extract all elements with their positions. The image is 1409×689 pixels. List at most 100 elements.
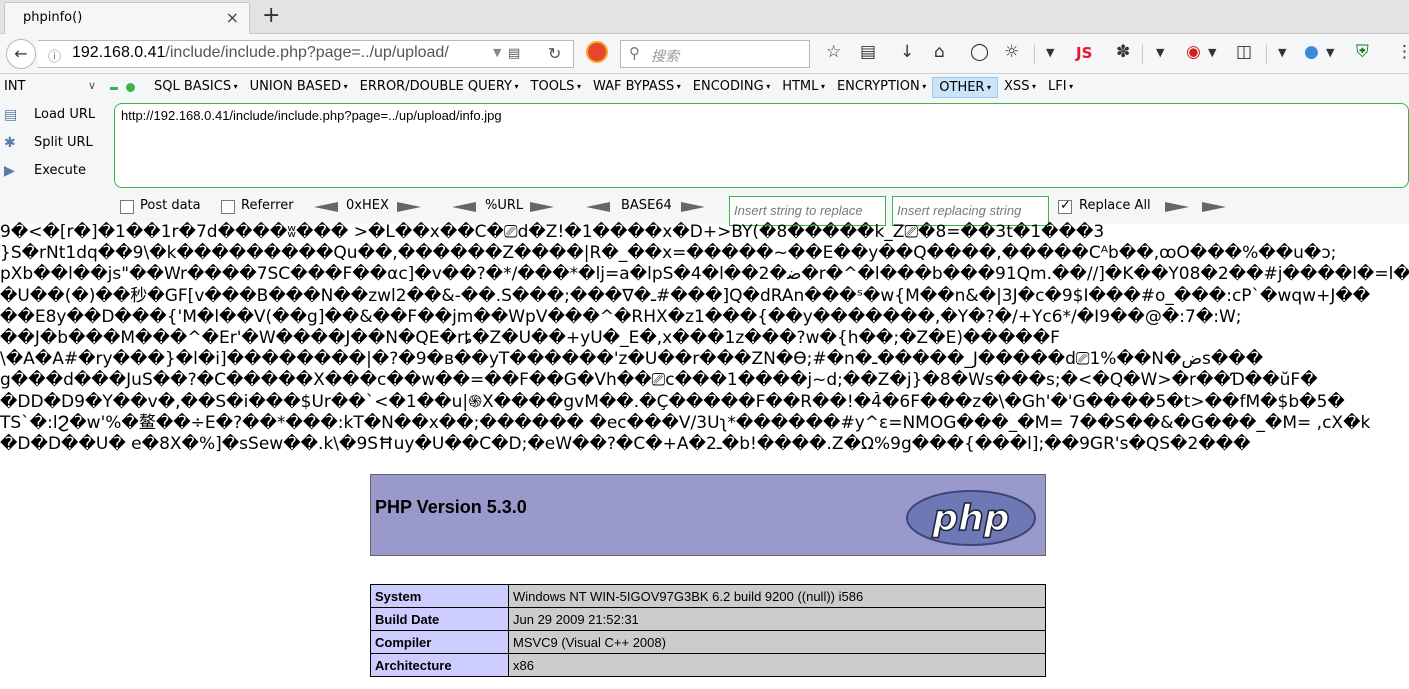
base64-encode-arrow-icon[interactable] — [681, 202, 705, 212]
hackbar-menu-items: SQL BASICS ▾ UNION BASED ▾ ERROR/DOUBLE QU… — [148, 77, 1079, 98]
dropdown-icon[interactable]: ▼ — [1046, 46, 1054, 59]
chevron-down-icon[interactable]: ∨ — [88, 79, 96, 92]
hackbar-menu-tools[interactable]: TOOLS ▾ — [525, 77, 587, 98]
tab-title: phpinfo() — [23, 10, 83, 25]
toolbar-separator — [1142, 44, 1143, 64]
execute-icon: ▶ — [4, 163, 15, 179]
php-logo-text: php — [931, 498, 1009, 539]
shield-icon[interactable]: ⛨ — [1356, 42, 1369, 62]
reading-list-icon[interactable]: ▤ — [860, 42, 876, 62]
addon-blue-icon[interactable]: ● — [1304, 42, 1319, 62]
new-tab-button[interactable]: + — [262, 3, 280, 28]
hackbar-menu-label: HTML — [782, 79, 819, 94]
hackbar-menu-label: ERROR/DOUBLE QUERY — [359, 79, 512, 94]
table-value: Windows NT WIN-5IGOV97G3BK 6.2 build 920… — [508, 584, 1046, 608]
load-url-label: Load URL — [34, 107, 96, 122]
raw-output-line: g���d���JuS��?�C�����X���c��w��=��F��G�V… — [0, 370, 1318, 391]
php-version-header: PHP Version 5.3.0 php — [370, 474, 1046, 556]
url-decode-arrow-icon[interactable] — [452, 202, 476, 212]
raw-output-line: �U��(�)��秒�GF[v���B���N��zwl2��&-��.S���… — [0, 285, 1371, 306]
addon-red-icon[interactable]: ◉ — [1186, 42, 1201, 62]
hackbar-menu-label: TOOLS — [530, 79, 575, 94]
dropdown-icon[interactable]: ▼ — [1278, 46, 1286, 59]
share-icon[interactable]: ◫ — [1236, 42, 1252, 62]
post-data-label: Post data — [140, 198, 201, 213]
split-url-icon: ✱ — [4, 135, 16, 151]
globe-icon[interactable]: ◯ — [970, 42, 989, 62]
hex-decode-arrow-icon[interactable] — [314, 202, 338, 212]
split-url-button[interactable]: ✱ Split URL — [0, 132, 112, 160]
table-row: Architecture x86 — [370, 653, 1046, 677]
raw-output-line: \�A�A#�ry���}�l�i]��������|�?�9�в��yT���… — [0, 349, 1264, 370]
chevron-down-icon: ▾ — [984, 83, 992, 92]
close-tab-icon[interactable]: × — [226, 8, 239, 27]
plus-icon[interactable] — [126, 83, 135, 92]
chevron-down-icon: ▾ — [231, 82, 238, 91]
home-icon[interactable]: ⌂ — [934, 42, 945, 62]
execute-label: Execute — [34, 163, 86, 178]
url-encode-arrow-icon[interactable] — [530, 202, 554, 212]
base64-decode-arrow-icon[interactable] — [586, 202, 610, 212]
chevron-down-icon: ▾ — [818, 82, 825, 91]
table-key: System — [370, 584, 509, 608]
replace-arrow-icon[interactable] — [1165, 202, 1189, 212]
search-placeholder: 搜索 — [651, 49, 679, 65]
table-key: Build Date — [370, 607, 509, 631]
table-value: x86 — [508, 653, 1046, 677]
table-value: Jun 29 2009 21:52:31 — [508, 607, 1046, 631]
referrer-label: Referrer — [241, 198, 294, 213]
tab-phpinfo[interactable]: phpinfo() × — [4, 2, 250, 34]
info-icon[interactable]: ⓘ — [48, 46, 61, 65]
url-textarea[interactable]: http://192.168.0.41/include/include.php?… — [114, 103, 1409, 188]
raw-output-line: ��J�b���M���^�Er'�W����J��N�QE�rȶ�Z�U��+… — [0, 327, 1060, 348]
post-data-checkbox[interactable] — [120, 200, 134, 214]
url-bar[interactable]: ⓘ 192.168.0.41/include/include.php?page=… — [38, 40, 574, 68]
raw-output-line: TS`�:lϨ�w'%�鳌��÷E�?��*���:kT�N��x��;����… — [0, 412, 1371, 433]
hackbar-menu-encryption[interactable]: ENCRYPTION ▾ — [831, 77, 932, 98]
hackbar-menu-other[interactable]: OTHER ▾ — [932, 77, 999, 98]
hackbar-menu-label: WAF BYPASS — [593, 79, 675, 94]
minus-icon[interactable] — [110, 87, 118, 90]
page-icon[interactable]: ▤ — [508, 46, 520, 61]
reload-icon[interactable]: ↻ — [548, 44, 561, 63]
chevron-down-icon: ▾ — [574, 82, 581, 91]
dropdown-icon[interactable]: ▼ — [1156, 46, 1164, 59]
hackbar-menu-sql-basics[interactable]: SQL BASICS ▾ — [148, 77, 244, 98]
hex-label: 0xHEX — [346, 198, 389, 213]
hex-encode-arrow-icon[interactable] — [397, 202, 421, 212]
hackbar-menu-html[interactable]: HTML ▾ — [776, 77, 831, 98]
download-icon[interactable]: ↓ — [900, 42, 914, 62]
chevron-down-icon: ▾ — [1066, 82, 1074, 91]
palette-icon[interactable]: ☼ — [1004, 42, 1019, 62]
hackbar-menu-error-double-query[interactable]: ERROR/DOUBLE QUERY ▾ — [354, 77, 525, 98]
table-value: MSVC9 (Visual C++ 2008) — [508, 630, 1046, 654]
raw-output-line: ��E8y��D���{'M�l��V(��g]��&��F��jm��WpV�… — [0, 306, 1242, 327]
blocker-icon[interactable] — [586, 41, 608, 63]
chevron-down-icon: ▾ — [511, 82, 519, 91]
search-bar[interactable]: ⚲ 搜索 — [620, 40, 810, 68]
dropdown-icon[interactable]: ▼ — [1208, 46, 1216, 59]
pin-icon[interactable]: ✽ — [1116, 42, 1130, 62]
menu-icon[interactable]: ⋮ — [1396, 42, 1409, 62]
referrer-checkbox[interactable] — [221, 200, 235, 214]
url-text[interactable]: 192.168.0.41/include/include.php?page=..… — [72, 44, 482, 62]
js-icon[interactable]: JS — [1076, 44, 1092, 62]
execute-button[interactable]: ▶ Execute — [0, 160, 112, 188]
hackbar-menu-encoding[interactable]: ENCODING ▾ — [687, 77, 776, 98]
url-dropdown-icon[interactable]: ▼ — [493, 46, 501, 59]
load-url-button[interactable]: ▤ Load URL — [0, 104, 112, 132]
toolbar-separator — [1266, 44, 1267, 64]
hackbar-menu-lfi[interactable]: LFI ▾ — [1042, 77, 1079, 98]
dropdown-icon[interactable]: ▼ — [1326, 46, 1334, 59]
hackbar-options: Post data Referrer 0xHEX %URL BASE64 Ins… — [0, 194, 1409, 226]
hackbar-menu-union-based[interactable]: UNION BASED ▾ — [244, 77, 354, 98]
replace-all-checkbox[interactable] — [1058, 198, 1072, 214]
replace-next-arrow-icon[interactable] — [1202, 202, 1226, 212]
back-arrow-icon[interactable]: ← — [6, 39, 36, 69]
php-logo-icon: php — [906, 490, 1036, 546]
star-icon[interactable]: ☆ — [826, 42, 841, 62]
hackbar-menu-xss[interactable]: XSS ▾ — [998, 77, 1042, 98]
php-version-title: PHP Version 5.3.0 — [375, 497, 527, 517]
hackbar-menu-waf-bypass[interactable]: WAF BYPASS ▾ — [587, 77, 687, 98]
raw-output-line: �DD�D9�Y��v�,��S�i���$Ur��`<�1��u|֍X����… — [0, 391, 1345, 412]
